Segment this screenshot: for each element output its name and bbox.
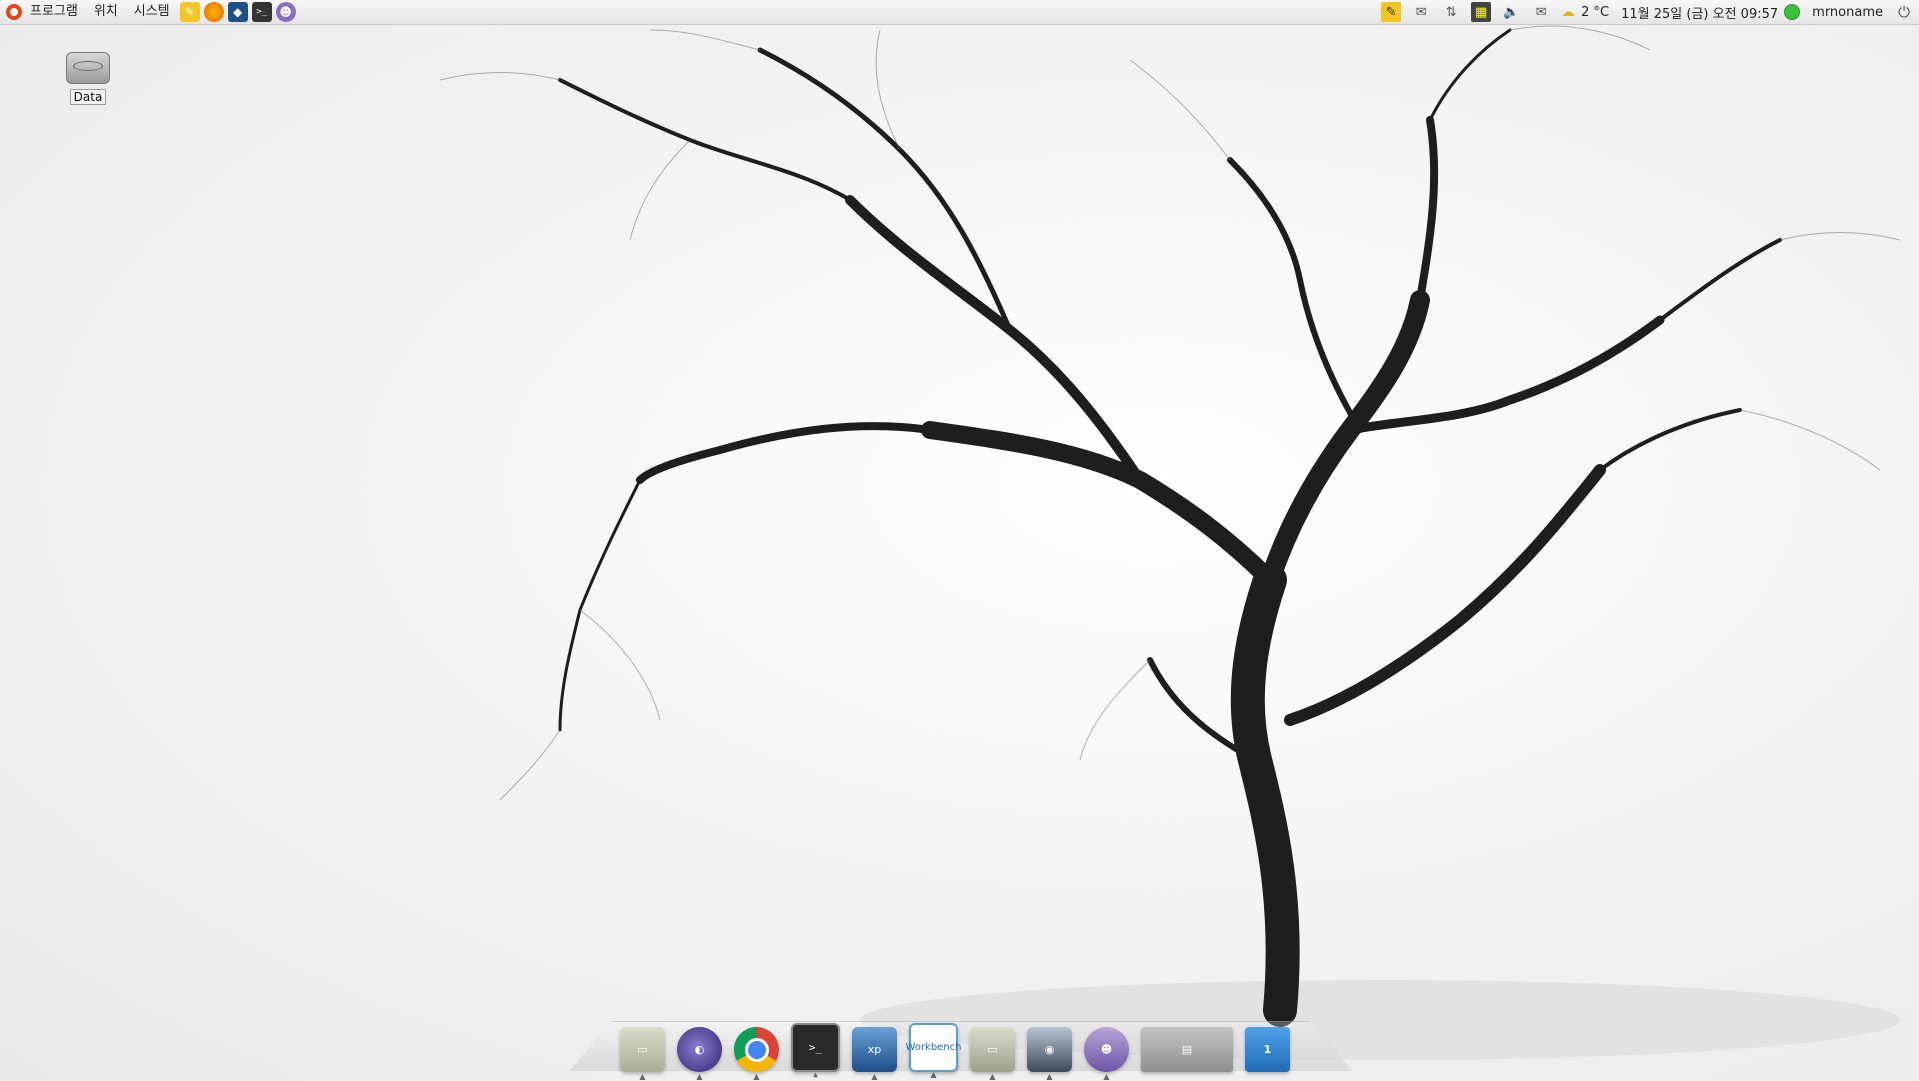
dock-item-window-thumbnail[interactable]: ▤ bbox=[1141, 1027, 1233, 1072]
desktop-icon-label: Data bbox=[69, 89, 107, 105]
dock-item-home-folder[interactable]: ▭ ▲ bbox=[970, 1027, 1015, 1081]
dock-item-eclipse[interactable]: ◐ ▲ bbox=[677, 1027, 722, 1081]
hard-drive-icon bbox=[66, 52, 110, 84]
dock-item-speakers[interactable]: ◉ ▲ bbox=[1027, 1027, 1072, 1081]
dock-item-terminal[interactable]: >_ ▲ bbox=[791, 1023, 840, 1079]
dock-item-virtualbox[interactable]: xp ▲ bbox=[852, 1027, 897, 1081]
window-icon: ▤ bbox=[1181, 1043, 1193, 1056]
dock-item-trash[interactable]: 1 bbox=[1245, 1027, 1290, 1072]
speaker-icon: ◉ bbox=[1044, 1043, 1055, 1056]
wallpaper-tree bbox=[439, 25, 1901, 1060]
folder-icon: ▭ bbox=[987, 1043, 998, 1056]
virtualbox-icon: xp bbox=[867, 1043, 882, 1056]
dock-item-chrome[interactable]: ▲ bbox=[734, 1027, 779, 1081]
eclipse-icon: ◐ bbox=[694, 1043, 705, 1056]
workbench-icon: Workbench bbox=[905, 1042, 962, 1053]
trash-icon: 1 bbox=[1263, 1043, 1272, 1056]
folder-icon: ▭ bbox=[637, 1043, 648, 1056]
dock-item-files[interactable]: ▭ ▲ bbox=[620, 1027, 665, 1081]
dock-item-mysql-workbench[interactable]: Workbench ▲ bbox=[906, 1023, 962, 1079]
pidgin-icon: ☻ bbox=[1100, 1043, 1113, 1056]
terminal-icon: >_ bbox=[808, 1041, 823, 1054]
dock-item-pidgin[interactable]: ☻ ▲ bbox=[1084, 1027, 1129, 1081]
desktop-icon-data[interactable]: Data bbox=[60, 52, 116, 105]
dock: ▭ ▲ ◐ ▲ ▲ >_ ▲ xp ▲ Workbench ▲ ▭ ▲ ◉ ▲ ☻ ▲ ▤ 1 bbox=[620, 1012, 1290, 1081]
